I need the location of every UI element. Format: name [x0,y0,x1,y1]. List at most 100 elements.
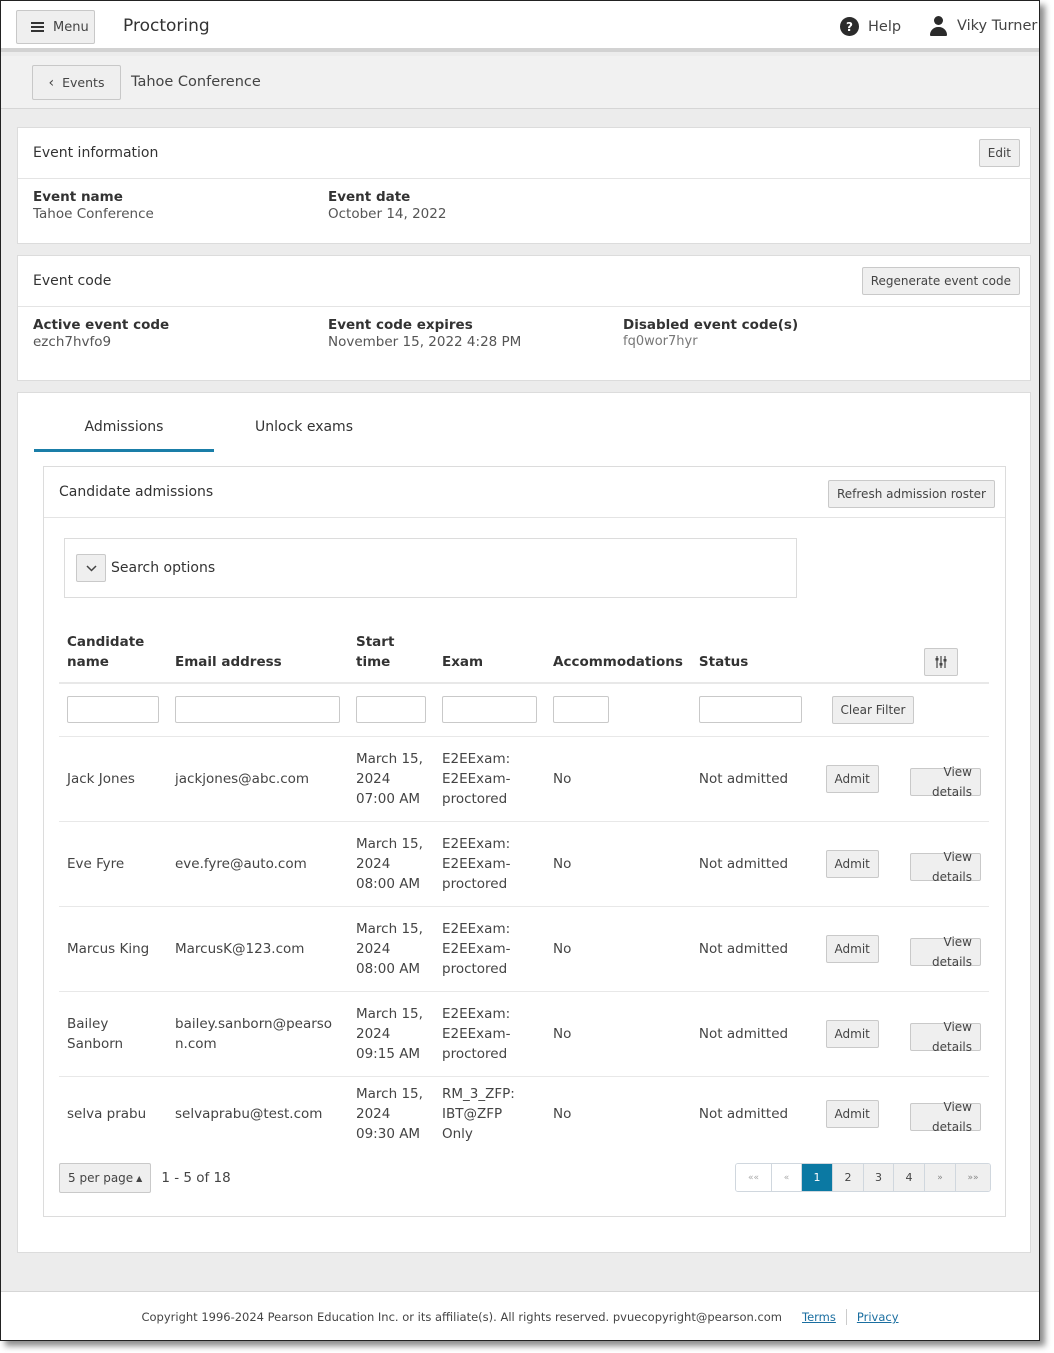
tab-admissions[interactable]: Admissions [34,414,214,452]
filter-start-time-input[interactable] [356,696,426,724]
view-details-button[interactable]: View details [909,1100,981,1134]
view-details-button[interactable]: View details [909,765,981,799]
admit-button[interactable]: Admit [825,934,879,963]
page-button-3[interactable]: 3 [863,1164,893,1191]
exam-cell: RM_3_ZFP: IBT@ZFP Only [442,1086,515,1143]
field-value: November 15, 2022 4:28 PM [328,334,522,350]
per-page-label: 5 per page [68,1171,134,1185]
column-settings-button[interactable] [923,648,958,676]
start-time-cell: March 15, 2024 07:00 AM [348,736,434,822]
card-title: Event code [33,273,112,289]
hamburger-icon [31,22,44,32]
refresh-admission-roster-button[interactable]: Refresh admission roster [827,480,995,508]
top-bar: Menu Proctoring ? Help Viky Turner [1,1,1039,52]
view-details-button[interactable]: View details [909,1020,981,1054]
view-details-button[interactable]: View details [909,935,981,969]
page-size-controls: 5 per page ▲ 1 - 5 of 18 [59,1163,231,1193]
field-value: Tahoe Conference [33,206,154,222]
admit-button[interactable]: Admit [825,764,879,793]
field-label: Event name [33,189,123,205]
view-details-button[interactable]: View details [909,850,981,884]
column-header-start-time[interactable]: Start time [348,632,434,684]
status-cell: Not admitted [690,736,814,822]
card-header: Event code Regenerate event code [18,256,1030,307]
page-button-1[interactable]: 1 [801,1164,832,1191]
menu-button[interactable]: Menu [16,10,95,44]
column-header-candidate-name[interactable]: Candidate name [59,632,167,684]
filter-email-input[interactable] [175,696,340,724]
accommodations-cell: No [545,821,691,907]
app-window: Menu Proctoring ? Help Viky Turner ‹ Eve… [0,0,1040,1341]
first-page-button[interactable]: «« [736,1164,771,1191]
help-icon: ? [840,17,859,36]
pagination: «« « 1 2 3 4 » »» [735,1163,991,1192]
admit-button[interactable]: Admit [825,1100,879,1129]
column-settings-cell [901,632,989,684]
filter-status-input[interactable] [698,696,802,724]
filter-exam-input[interactable] [442,696,537,724]
edit-button[interactable]: Edit [978,139,1020,167]
sliders-icon [935,656,947,668]
caret-up-icon: ▲ [136,1173,143,1183]
filter-candidate-name-input[interactable] [67,696,159,724]
table-row: Eve Fyre eve.fyre@auto.com March 15, 202… [59,821,989,907]
email-cell: eve.fyre@auto.com [167,821,348,907]
previous-page-button[interactable]: « [771,1164,801,1191]
regenerate-event-code-button[interactable]: Regenerate event code [861,267,1020,295]
exam-cell: E2EExam: E2EExam-proctored [434,906,545,992]
event-date-field: Event date October 14, 2022 [328,189,446,222]
column-header-status[interactable]: Status [690,632,814,684]
terms-link[interactable]: Terms [802,1310,836,1324]
admit-button[interactable]: Admit [825,849,879,878]
status-cell: Not admitted [690,991,814,1077]
page-button-2[interactable]: 2 [832,1164,863,1191]
field-label: Event code expires [328,317,473,333]
disabled-event-codes-field: Disabled event code(s) fq0wor7hyr [623,317,798,349]
candidate-name-cell: Jack Jones [59,736,167,822]
card-title: Candidate admissions [59,484,214,500]
status-cell: Not admitted [698,1106,789,1123]
page-button-4[interactable]: 4 [893,1164,924,1191]
user-icon [930,16,947,36]
table-row: Marcus King MarcusK@123.com March 15, 20… [59,906,989,992]
candidate-name-cell: Bailey Sanborn [59,991,167,1077]
column-header-email[interactable]: Email address [167,632,348,684]
back-to-events-button[interactable]: ‹ Events [32,65,121,100]
exam-cell: E2EExam: E2EExam-proctored [434,736,545,822]
help-label: Help [868,18,902,35]
per-page-dropdown[interactable]: 5 per page ▲ [59,1163,152,1193]
active-event-code-field: Active event code ezch7hvfo9 [33,317,169,350]
filter-accommodations-input[interactable] [553,696,609,724]
search-options-label: Search options [111,560,216,576]
empty-header [813,632,902,684]
footer: Copyright 1996-2024 Pearson Education In… [1,1291,1039,1340]
candidate-admissions-card: Candidate admissions Refresh admission r… [43,466,1006,1217]
table-row: selva prabu selvaprabu@test.com March 15… [59,1076,989,1152]
start-time-cell: March 15, 2024 08:00 AM [348,821,434,907]
accommodations-cell: No [545,736,691,822]
field-value: fq0wor7hyr [623,334,698,349]
back-label: Events [62,75,105,90]
field-value: ezch7hvfo9 [33,334,112,350]
tab-unlock-exams[interactable]: Unlock exams [214,414,394,452]
clear-filter-button[interactable]: Clear Filter [831,695,915,724]
event-code-expires-field: Event code expires November 15, 2022 4:2… [328,317,521,350]
help-link[interactable]: ? Help [840,17,901,36]
breadcrumb-current: Tahoe Conference [131,74,261,90]
field-label: Active event code [33,317,170,333]
admissions-panel: Admissions Unlock exams Candidate admiss… [17,392,1031,1253]
event-code-card: Event code Regenerate event code Active … [17,255,1031,381]
column-header-accommodations[interactable]: Accommodations [545,632,691,684]
privacy-link[interactable]: Privacy [857,1310,899,1324]
expand-search-options-button[interactable] [76,554,106,582]
search-options-panel: Search options [64,538,797,598]
status-cell: Not admitted [690,821,814,907]
last-page-button[interactable]: »» [955,1164,990,1191]
app-title: Proctoring [123,16,210,36]
user-menu[interactable]: Viky Turner [930,16,1037,36]
column-header-exam[interactable]: Exam [434,632,545,684]
next-page-button[interactable]: » [924,1164,955,1191]
email-cell: MarcusK@123.com [167,906,348,992]
admit-button[interactable]: Admit [825,1019,879,1048]
copyright-text: Copyright 1996-2024 Pearson Education In… [141,1310,783,1324]
